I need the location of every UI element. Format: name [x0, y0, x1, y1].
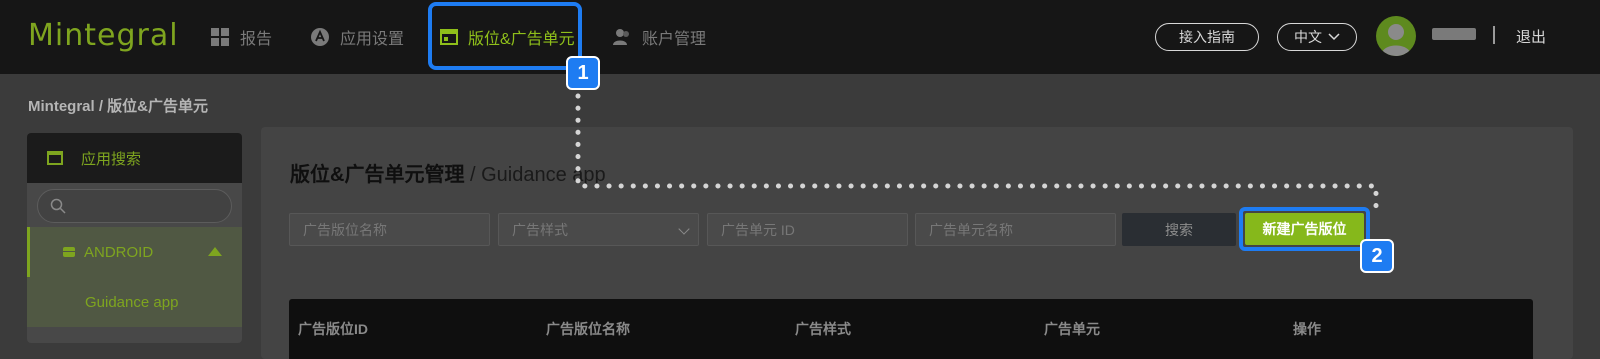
step-connector: [575, 93, 1379, 215]
